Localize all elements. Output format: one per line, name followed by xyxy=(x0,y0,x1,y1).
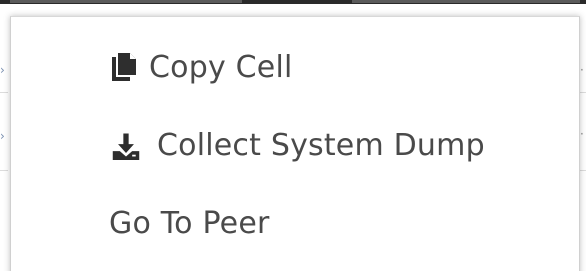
menu-item-go-to-peer[interactable]: Go To Peer xyxy=(11,195,579,251)
context-menu: Copy Cell Collect System Dump Go To Peer xyxy=(10,16,580,271)
menu-item-label: Collect System Dump xyxy=(157,127,485,163)
background-row-arrow-icon: › xyxy=(0,129,5,143)
menu-item-label: Go To Peer xyxy=(109,205,270,241)
background-row-fragment-icon: · xyxy=(580,63,584,77)
download-icon xyxy=(111,128,141,162)
menu-item-copy-cell[interactable]: Copy Cell xyxy=(11,39,579,95)
background-row-arrow-icon: › xyxy=(0,63,5,77)
menu-item-label: Copy Cell xyxy=(149,49,293,85)
copy-icon xyxy=(109,50,139,84)
background-row-divider xyxy=(0,92,8,93)
menu-item-collect-system-dump[interactable]: Collect System Dump xyxy=(11,117,579,173)
background-row-divider xyxy=(0,170,8,171)
background-header-cell xyxy=(10,0,242,3)
background-header-cell xyxy=(352,0,580,3)
background-row-fragment-icon: · xyxy=(580,127,584,141)
screen: › › · · Copy Cell Collect System Dump Go… xyxy=(0,0,586,271)
